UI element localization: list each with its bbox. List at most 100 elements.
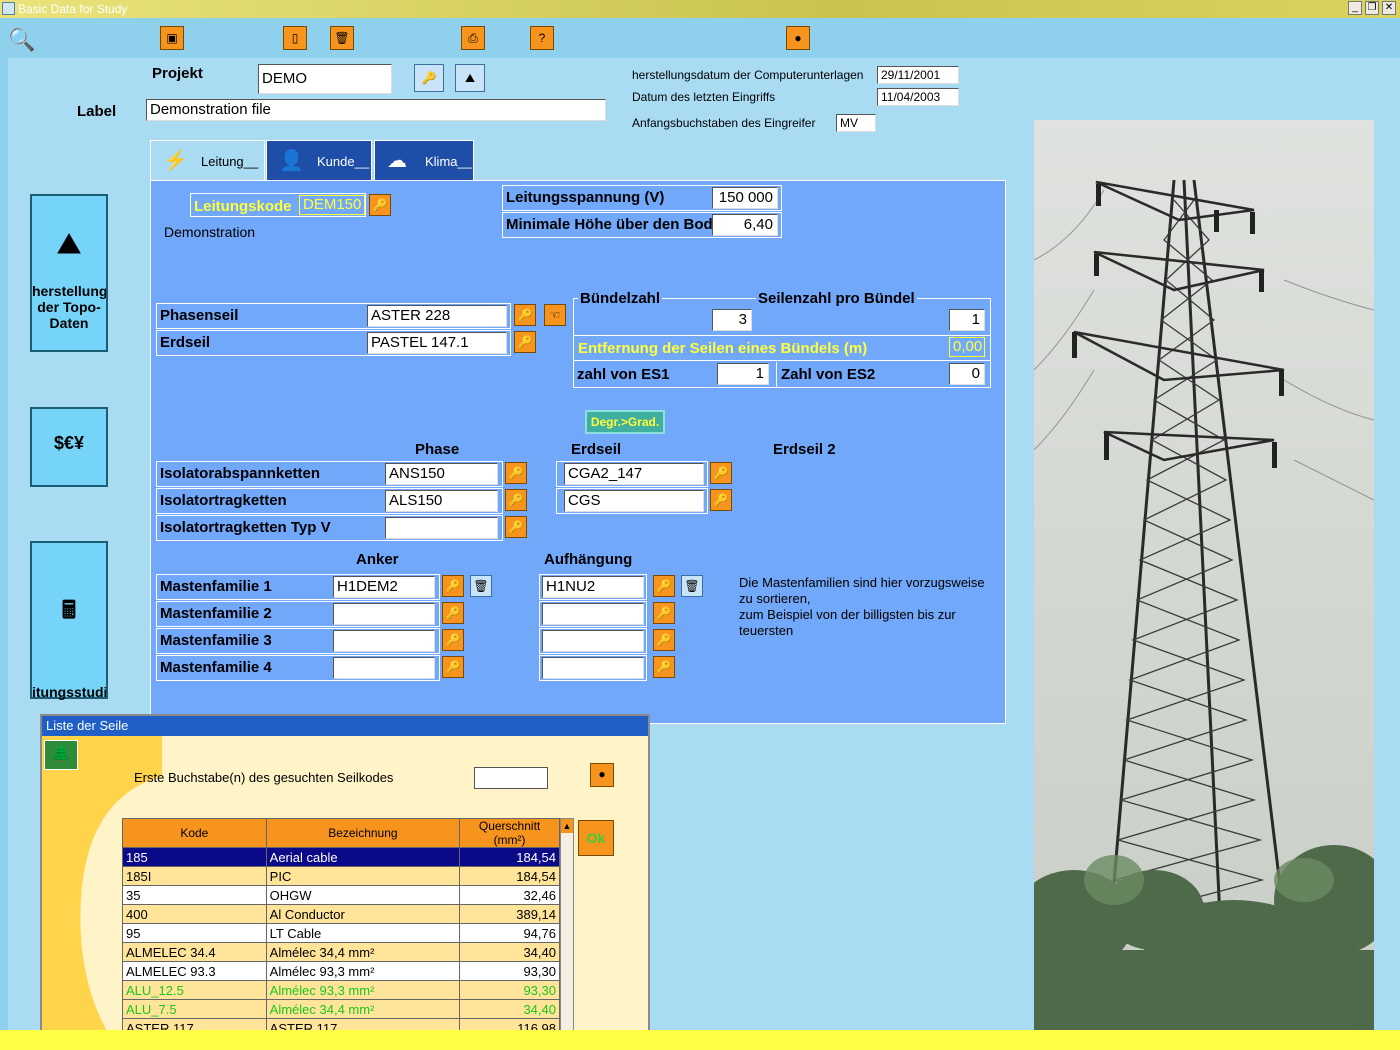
cell-bezeichnung: Almélec 34,4 mm² [265, 942, 461, 962]
ok-button[interactable]: Ok [578, 820, 614, 856]
exit-icon[interactable]: ● [786, 26, 810, 50]
mast-anker-search-icon-2[interactable]: 🔑 [442, 602, 464, 624]
isolator-erdseil-field-2[interactable]: CGS [564, 490, 704, 512]
mast-anker-search-icon-1[interactable]: 🔑 [442, 575, 464, 597]
isolator-phase-search-icon-3[interactable]: 🔑 [505, 516, 527, 538]
close-button[interactable]: ✕ [1382, 1, 1396, 15]
mast-aufh-field-1[interactable]: H1NU2 [542, 576, 644, 598]
tab-leitung[interactable]: ⚡ Leitung__ [150, 140, 265, 181]
es2-field[interactable]: 0 [949, 363, 985, 385]
scroll-up-icon[interactable]: ▲ [561, 819, 573, 833]
degr-grad-button[interactable]: Degr.>Grad. [585, 410, 665, 434]
mast-anker-search-icon-3[interactable]: 🔑 [442, 629, 464, 651]
tab-klima[interactable]: ☁ Klima__ [374, 140, 474, 181]
col-erdseil-label: Erdseil [571, 441, 622, 458]
search-input[interactable] [474, 767, 548, 789]
table-row[interactable]: 95 LT Cable 94,76 [122, 923, 560, 943]
table-row[interactable]: ALMELEC 93.3 Almélec 93,3 mm² 93,30 [122, 961, 560, 981]
phasenseil-field[interactable]: ASTER 228 [367, 305, 507, 327]
initials-field[interactable]: MV [836, 114, 876, 132]
minimize-button[interactable]: _ [1348, 1, 1362, 15]
phasenseil-search-icon[interactable]: 🔑 [514, 304, 536, 326]
new-document-icon[interactable]: ▯ [283, 26, 307, 50]
cell-kode: ALMELEC 34.4 [122, 942, 267, 962]
col-erdseil2-label: Erdseil 2 [773, 441, 836, 458]
last-access-field[interactable]: 11/04/2003 [877, 88, 959, 106]
table-row[interactable]: 185 Aerial cable 184,54 [122, 847, 560, 867]
cell-kode: 185 [122, 847, 267, 867]
trash-icon[interactable]: 🗑 [330, 26, 354, 50]
col-querschnitt[interactable]: Querschnitt (mm²) [459, 818, 560, 848]
isolator-phase-search-icon-1[interactable]: 🔑 [505, 462, 527, 484]
table-row[interactable]: ALMELEC 34.4 Almélec 34,4 mm² 34,40 [122, 942, 560, 962]
min-height-field[interactable]: 6,40 [712, 214, 778, 236]
table-row[interactable]: 35 OHGW 32,46 [122, 885, 560, 905]
col-bezeichnung[interactable]: Bezeichnung [265, 818, 461, 848]
mast-aufh-search-icon-2[interactable]: 🔑 [653, 602, 675, 624]
tab-kunde[interactable]: 👤 Kunde__ [266, 140, 372, 181]
cell-bezeichnung: LT Cable [265, 923, 461, 943]
table-row[interactable]: ALU_7.5 Almélec 34,4 mm² 34,40 [122, 999, 560, 1019]
mast-aufh-field-4[interactable] [542, 657, 644, 679]
isolator-erdseil-field-1[interactable]: CGA2_147 [564, 463, 704, 485]
topo-map-icon[interactable]: ⛰ [455, 64, 485, 92]
leitungskode-label: Leitungskode [194, 198, 292, 215]
mast-anker-field-3[interactable] [333, 630, 435, 652]
table-scrollbar[interactable]: ▲ [560, 818, 574, 1048]
es1-field[interactable]: 1 [717, 363, 769, 385]
leitungskode-field[interactable]: DEM150 [299, 195, 365, 215]
mast-anker-search-icon-4[interactable]: 🔑 [442, 656, 464, 678]
cell-kode: 95 [122, 923, 267, 943]
table-row[interactable]: 185I PIC 184,54 [122, 866, 560, 886]
erdseil-field[interactable]: PASTEL 147.1 [367, 332, 507, 354]
mast-anker-field-1[interactable]: H1DEM2 [333, 576, 435, 598]
isolator-erdseil-search-icon-2[interactable]: 🔑 [710, 489, 732, 511]
table-row[interactable]: 400 Al Conductor 389,14 [122, 904, 560, 924]
table-header: Kode Bezeichnung Querschnitt (mm²) [122, 818, 560, 848]
mast-anker-trash-icon-1[interactable]: 🗑 [470, 575, 492, 597]
isolator-phase-search-icon-2[interactable]: 🔑 [505, 489, 527, 511]
seilenzahl-field[interactable]: 1 [949, 309, 985, 331]
sidebar-cost-button[interactable]: $€¥ [30, 407, 108, 487]
magnifier-icon[interactable]: 🔍 [8, 26, 36, 54]
table-row[interactable]: ALU_12.5 Almélec 93,3 mm² 93,30 [122, 980, 560, 1000]
voltage-field[interactable]: 150 000 [712, 187, 778, 209]
mast-aufh-field-3[interactable] [542, 630, 644, 652]
phasenseil-hand-icon[interactable]: ☜ [544, 304, 566, 326]
help-icon[interactable]: ? [530, 26, 554, 50]
label-field[interactable]: Demonstration file [146, 99, 606, 121]
cell-bezeichnung: Almélec 34,4 mm² [265, 999, 461, 1019]
leitung-description: Demonstration [164, 224, 256, 240]
print-icon[interactable]: ⎙ [461, 26, 485, 50]
isolator-phase-field-3[interactable] [385, 517, 498, 539]
sidebar-topo-label: herstellung der Topo-Daten [32, 283, 106, 331]
mast-aufh-search-icon-4[interactable]: 🔑 [653, 656, 675, 678]
mast-aufh-search-icon-1[interactable]: 🔑 [653, 575, 675, 597]
isolator-erdseil-search-icon-1[interactable]: 🔑 [710, 462, 732, 484]
pylon-photo [1034, 120, 1374, 1030]
mast-aufh-field-2[interactable] [542, 603, 644, 625]
col-aufhaengung-label: Aufhängung [544, 551, 633, 568]
mast-anker-field-4[interactable] [333, 657, 435, 679]
creation-date-field[interactable]: 29/11/2001 [877, 66, 959, 84]
cable-table: Kode Bezeichnung Querschnitt (mm²) 185 Ae… [122, 818, 560, 1048]
isolator-phase-field-1[interactable]: ANS150 [385, 463, 498, 485]
sidebar-topo-button[interactable]: ⛰ herstellung der Topo-Daten [30, 194, 108, 352]
leitungskode-search-icon[interactable]: 🔑 [369, 194, 391, 216]
col-kode[interactable]: Kode [122, 818, 267, 848]
dialog-exit-icon[interactable]: ● [590, 763, 614, 787]
cell-bezeichnung: OHGW [265, 885, 461, 905]
isolator-phase-field-2[interactable]: ALS150 [385, 490, 498, 512]
sidebar-study-button[interactable]: 🖩 itungsstudi [30, 541, 108, 700]
restore-button[interactable]: ❐ [1365, 1, 1379, 15]
erdseil-search-icon[interactable]: 🔑 [514, 331, 536, 353]
buendelzahl-field[interactable]: 3 [712, 309, 752, 331]
projekt-field[interactable]: DEMO [258, 64, 392, 94]
open-project-icon[interactable]: 🔑 [414, 64, 444, 92]
mast-anker-field-2[interactable] [333, 603, 435, 625]
save-icon[interactable]: ▣ [160, 26, 184, 50]
mast-aufh-search-icon-3[interactable]: 🔑 [653, 629, 675, 651]
mast-aufh-trash-icon-1[interactable]: 🗑 [681, 575, 703, 597]
currency-icon: $€¥ [53, 433, 85, 453]
entfernung-field[interactable]: 0,00 [949, 337, 985, 357]
